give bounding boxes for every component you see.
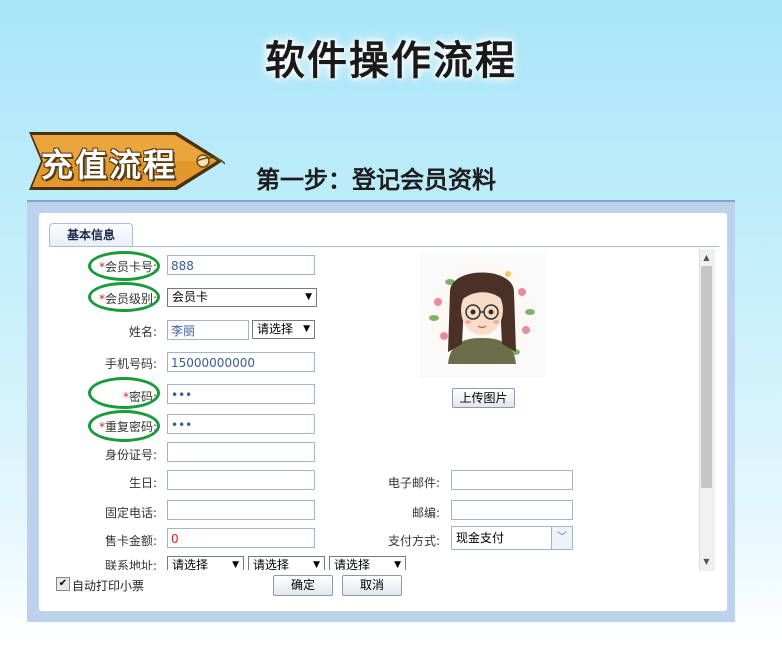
ribbon-banner: 充值流程 bbox=[27, 130, 225, 192]
highlight-oval-password-confirm bbox=[88, 410, 160, 442]
phone-label: 手机号码: bbox=[104, 357, 157, 371]
tab-divider bbox=[49, 246, 719, 247]
province-select[interactable]: 请选择 ▼ bbox=[167, 556, 244, 570]
chevron-down-icon: ▼ bbox=[232, 560, 239, 570]
avatar-photo bbox=[420, 252, 545, 378]
landline-label: 固定电话: bbox=[104, 506, 157, 520]
auto-print-label: 自动打印小票 bbox=[72, 579, 145, 593]
address-label: 联系地址: bbox=[104, 559, 157, 570]
chevron-down-icon: ▼ bbox=[394, 560, 401, 570]
chevron-down-icon: ﹀ bbox=[551, 527, 572, 549]
sale-amount-input[interactable]: 0 bbox=[167, 528, 315, 548]
sale-amount-label: 售卡金额: bbox=[104, 534, 157, 548]
province-value: 请选择 bbox=[172, 558, 209, 570]
highlight-oval-card-no bbox=[88, 251, 160, 281]
tab-basic-info[interactable]: 基本信息 bbox=[49, 223, 133, 247]
district-value: 请选择 bbox=[334, 558, 371, 570]
pay-method-value: 现金支付 bbox=[456, 531, 505, 545]
chevron-down-icon: ▼ bbox=[313, 560, 320, 570]
email-label: 电子邮件: bbox=[387, 476, 440, 490]
email-input[interactable] bbox=[451, 470, 573, 490]
name-input[interactable]: 李丽 bbox=[167, 320, 249, 340]
chevron-down-icon: ▼ bbox=[305, 292, 312, 302]
highlight-oval-password bbox=[88, 377, 160, 409]
password-input[interactable]: ••• bbox=[167, 384, 315, 404]
level-select-value: 会员卡 bbox=[172, 290, 209, 304]
id-no-input[interactable] bbox=[167, 442, 315, 462]
card-no-input[interactable]: 888 bbox=[167, 255, 315, 275]
postcode-input[interactable] bbox=[451, 500, 573, 520]
level-select[interactable]: 会员卡 ▼ bbox=[167, 288, 317, 307]
pay-method-select[interactable]: 现金支付 ﹀ bbox=[451, 526, 573, 550]
scroll-up-icon[interactable]: ▲ bbox=[699, 250, 714, 265]
upload-photo-button[interactable]: 上传图片 bbox=[452, 388, 515, 408]
scroll-down-icon[interactable]: ▼ bbox=[699, 554, 714, 569]
highlight-oval-level bbox=[88, 282, 160, 312]
auto-print-checkbox[interactable]: ✔ bbox=[56, 577, 70, 591]
avatar-illustration bbox=[429, 264, 535, 368]
gender-select-value: 请选择 bbox=[257, 322, 294, 336]
birthday-input[interactable] bbox=[167, 470, 315, 490]
password-confirm-input[interactable]: ••• bbox=[167, 414, 315, 434]
gender-select[interactable]: 请选择 ▼ bbox=[252, 320, 315, 339]
phone-input[interactable]: 15000000000 bbox=[167, 352, 315, 372]
page-title: 软件操作流程 bbox=[265, 38, 517, 84]
step-heading: 第一步：登记会员资料 bbox=[256, 166, 496, 194]
landline-input[interactable] bbox=[167, 500, 315, 520]
pay-method-label: 支付方式: bbox=[387, 534, 440, 548]
cancel-button[interactable]: 取消 bbox=[342, 575, 402, 596]
birthday-label: 生日: bbox=[128, 476, 157, 490]
ok-button[interactable]: 确定 bbox=[273, 575, 333, 596]
postcode-label: 邮编: bbox=[411, 506, 440, 520]
name-label: 姓名: bbox=[128, 325, 157, 339]
scrollbar-thumb[interactable] bbox=[701, 266, 712, 488]
ribbon-label: 充值流程 bbox=[41, 146, 178, 184]
city-select[interactable]: 请选择 ▼ bbox=[248, 556, 325, 570]
id-no-label: 身份证号: bbox=[104, 448, 157, 462]
chevron-down-icon: ▼ bbox=[303, 324, 310, 334]
district-select[interactable]: 请选择 ▼ bbox=[329, 556, 406, 570]
city-value: 请选择 bbox=[253, 558, 290, 570]
address-row: 联系地址: 请选择 ▼ 请选择 ▼ 请选择 ▼ bbox=[40, 556, 700, 570]
